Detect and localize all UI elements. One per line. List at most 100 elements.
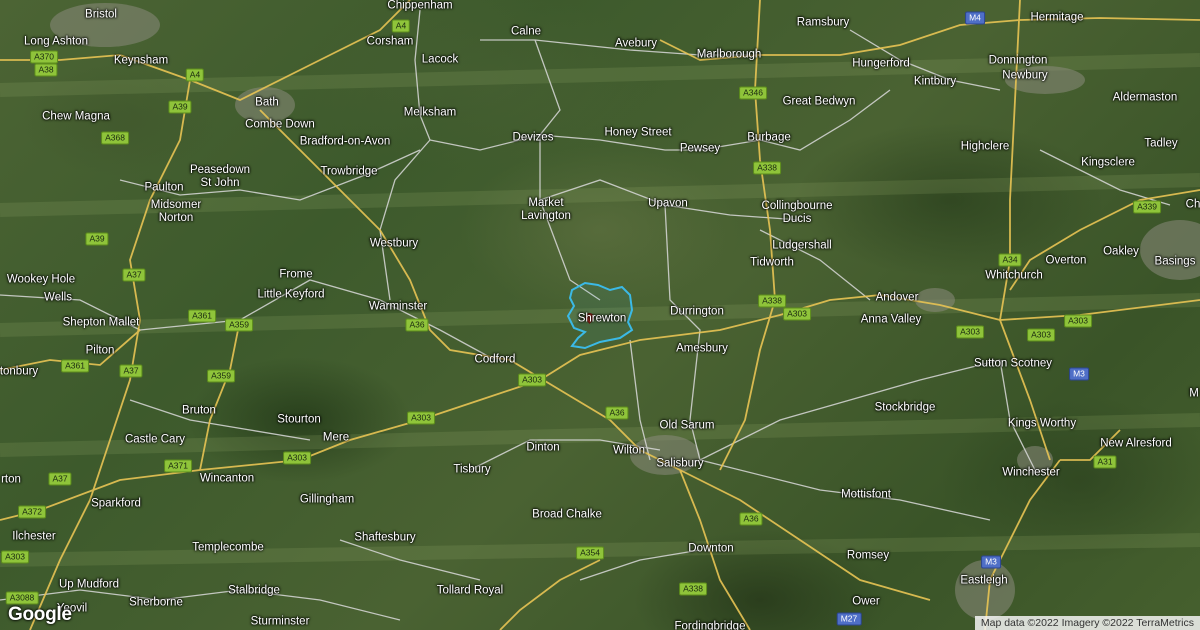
place-label: Kingsclere (1081, 156, 1135, 169)
place-label: Honey Street (604, 126, 672, 139)
place-label: Kings Worthy (1007, 417, 1077, 430)
place-label: Winchester (1002, 466, 1060, 479)
place-label: Tollard Royal (436, 584, 504, 597)
place-label: Overton (1045, 254, 1087, 267)
road-shield: A370 (30, 50, 58, 64)
place-label: Midsomer Norton (150, 199, 202, 224)
place-label: Marlborough (696, 48, 762, 61)
road-shield: A361 (188, 309, 216, 323)
place-label: Shrewton (577, 312, 627, 325)
google-logo[interactable]: Google (8, 604, 72, 626)
place-label: Durrington (670, 305, 724, 318)
road-shield: A38 (34, 63, 58, 77)
road-shield: A354 (576, 546, 604, 560)
place-label: Newbury (1002, 69, 1048, 82)
place-label: Salisbury (656, 457, 704, 470)
place-label: Templecombe (192, 541, 264, 554)
place-label: Calne (510, 25, 542, 38)
place-label: Andover (875, 291, 919, 304)
place-label: Anna Valley (860, 313, 922, 326)
place-label: Pilton (85, 344, 115, 357)
place-label: Trowbridge (320, 165, 378, 178)
place-label: Market Lavington (521, 197, 571, 222)
road-shield: A371 (164, 459, 192, 473)
place-label: Sherborne (129, 596, 183, 609)
place-label: Burbage (747, 131, 791, 144)
road-shield: M3 (981, 555, 1001, 569)
road-shield: A372 (18, 505, 46, 519)
road-shield: A4 (185, 68, 205, 82)
place-label: Mere (322, 431, 350, 444)
place-label: Westbury (369, 237, 419, 250)
road-shield: A36 (605, 406, 629, 420)
place-label: New Alresford (1100, 437, 1172, 450)
map-attribution[interactable]: Map data ©2022 Imagery ©2022 TerraMetric… (974, 616, 1200, 630)
place-label: Little Keyford (257, 288, 325, 301)
place-label: Shaftesbury (354, 531, 416, 544)
road-shield: A303 (407, 411, 435, 425)
place-label: Eastleigh (960, 574, 1008, 587)
place-label: Codford (474, 353, 516, 366)
place-label: tonbury (0, 365, 39, 378)
place-label: Kintbury (913, 75, 957, 88)
road-shield: A36 (739, 512, 763, 526)
road-shield: A37 (122, 268, 146, 282)
place-label: Warminster (368, 300, 428, 313)
place-label: Broad Chalke (532, 508, 602, 521)
road-shield: A3088 (5, 591, 39, 605)
road-shield: A303 (283, 451, 311, 465)
place-label: Dinton (526, 441, 560, 454)
place-label: Basings (1154, 255, 1196, 268)
place-label: Wilton (613, 444, 645, 457)
place-label: Combe Down (245, 118, 315, 131)
place-label: Up Mudford (58, 578, 120, 591)
road-shield: A4 (391, 19, 411, 33)
place-label: Pewsey (679, 142, 721, 155)
place-label: Whitchurch (985, 269, 1043, 282)
road-shield: M4 (965, 11, 985, 25)
place-label: Ramsbury (796, 16, 850, 29)
place-label: Sutton Scotney (974, 357, 1052, 370)
place-label: Castle Cary (124, 433, 186, 446)
road-shield: A37 (48, 472, 72, 486)
place-label: Ower (852, 595, 880, 608)
road-shield: A303 (956, 325, 984, 339)
place-label: Chippenham (387, 0, 453, 12)
place-label: Sparkford (91, 497, 141, 510)
place-label: Corsham (366, 35, 414, 48)
road-shield: A338 (679, 582, 707, 596)
place-label: Bruton (182, 404, 216, 417)
place-label: Hermitage (1030, 11, 1084, 24)
road-shield: M3 (1069, 367, 1089, 381)
place-label: Tidworth (750, 256, 794, 269)
place-label: Gillingham (299, 493, 355, 506)
road-shield: A338 (753, 161, 781, 175)
place-label: Shepton Mallet (62, 316, 140, 329)
road-shield: A338 (758, 294, 786, 308)
place-label: Oakley (1103, 245, 1139, 258)
place-label: Devizes (512, 131, 554, 144)
place-label: Bristol (85, 8, 117, 21)
place-label: Stalbridge (228, 584, 280, 597)
place-label: Tadley (1144, 137, 1178, 150)
place-label: Bradford-on-Avon (299, 135, 391, 148)
place-label: Ch (1185, 198, 1200, 211)
place-label: Mottisfont (841, 488, 891, 501)
place-label: Fordingbridge (674, 620, 746, 630)
place-label: Amesbury (676, 342, 728, 355)
road-shield: A339 (1133, 200, 1161, 214)
road-shield: A31 (1093, 455, 1117, 469)
place-label: Aldermaston (1112, 91, 1178, 104)
map-canvas[interactable]: Bristol Chippenham Ramsbury Hermitage Lo… (0, 0, 1200, 630)
road-shield: A303 (1027, 328, 1055, 342)
place-label: Great Bedwyn (782, 95, 856, 108)
place-label: Paulton (144, 181, 184, 194)
place-label: Tisbury (453, 463, 491, 476)
place-label: Romsey (846, 549, 890, 562)
place-label: Frome (279, 268, 313, 281)
place-label: Hungerford (852, 57, 910, 70)
road-shield: A303 (783, 307, 811, 321)
place-label: Old Sarum (659, 419, 715, 432)
place-label: Keynsham (113, 54, 169, 67)
place-label: Wincanton (199, 472, 255, 485)
